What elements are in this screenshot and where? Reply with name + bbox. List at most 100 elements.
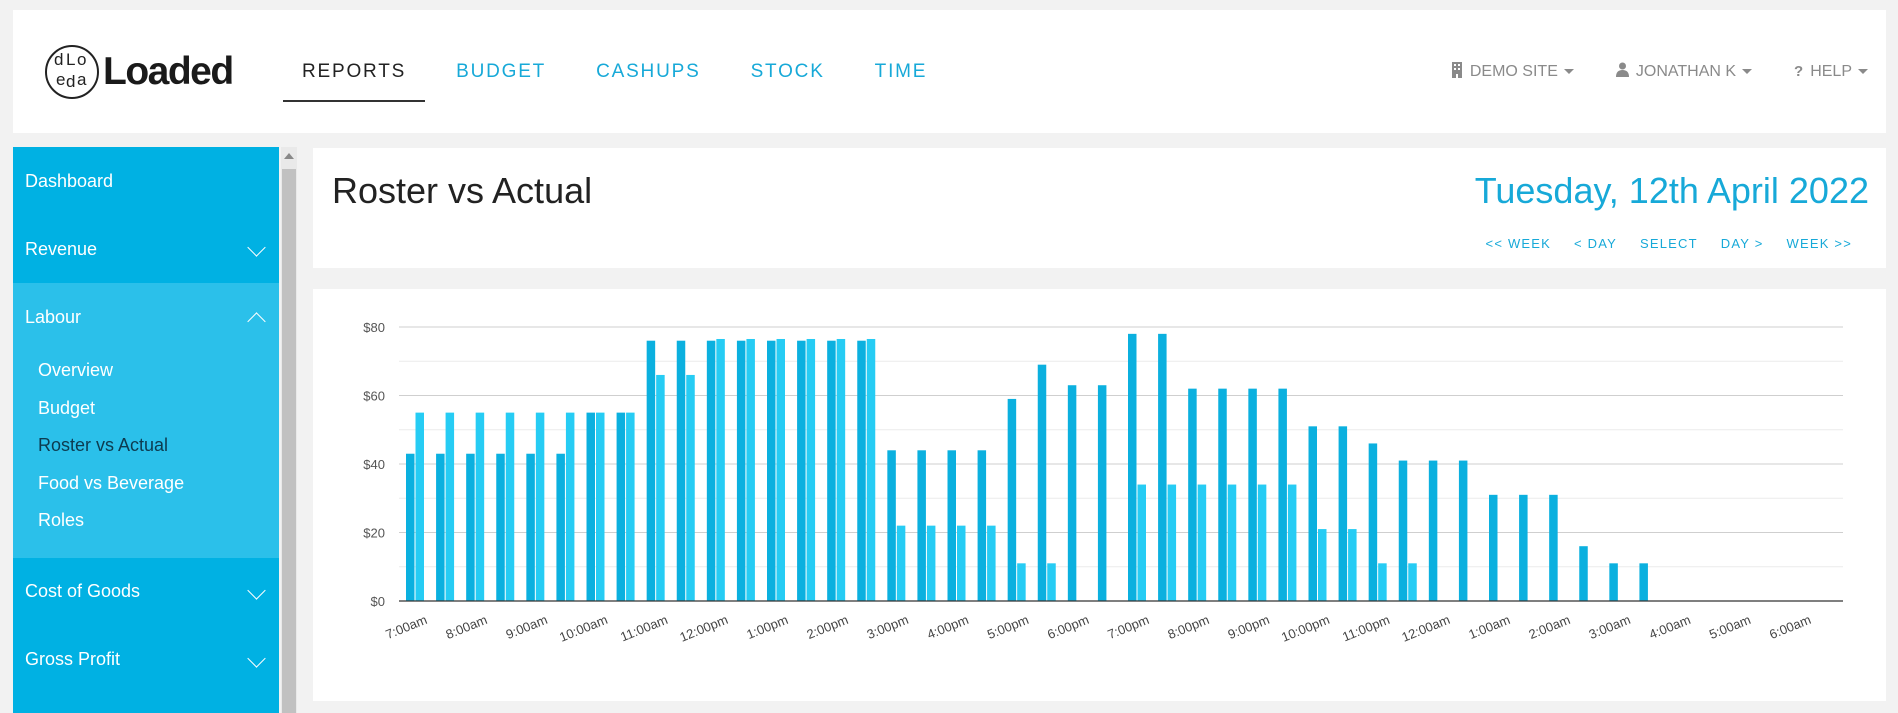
prev-day-link[interactable]: < DAY xyxy=(1574,236,1617,251)
sidebar-scrollbar[interactable] xyxy=(281,147,297,713)
actual-bar[interactable] xyxy=(716,338,725,601)
roster-bar[interactable] xyxy=(1097,385,1107,601)
roster-bar[interactable] xyxy=(917,450,926,601)
nav-budget[interactable]: BUDGET xyxy=(437,10,565,133)
loaded-logo[interactable]: d L o e d a Loaded xyxy=(45,42,234,102)
roster-bar[interactable] xyxy=(977,450,987,601)
roster-bar[interactable] xyxy=(947,450,957,601)
roster-bar[interactable] xyxy=(1218,388,1227,601)
roster-bar[interactable] xyxy=(706,340,716,601)
actual-bar[interactable] xyxy=(776,338,786,601)
sidebar-subitem-overview[interactable]: Overview xyxy=(13,352,279,390)
actual-bar[interactable] xyxy=(565,412,575,601)
roster-bar[interactable] xyxy=(586,412,596,601)
roster-bar[interactable] xyxy=(436,453,445,601)
help-dropdown[interactable]: ? HELP xyxy=(1794,63,1868,81)
actual-bar[interactable] xyxy=(596,412,605,601)
roster-bar[interactable] xyxy=(1188,388,1197,601)
actual-bar[interactable] xyxy=(535,412,545,601)
roster-bar[interactable] xyxy=(406,453,415,601)
next-week-link[interactable]: WEEK >> xyxy=(1787,236,1852,251)
actual-bar[interactable] xyxy=(806,338,816,601)
actual-bar[interactable] xyxy=(836,338,846,601)
select-date-link[interactable]: SELECT xyxy=(1640,236,1698,251)
roster-bar[interactable] xyxy=(827,340,836,601)
roster-bar[interactable] xyxy=(1579,546,1588,601)
roster-bar[interactable] xyxy=(1158,333,1167,601)
actual-bar[interactable] xyxy=(1017,563,1026,601)
roster-bar[interactable] xyxy=(1428,460,1438,601)
roster-bar[interactable] xyxy=(1519,494,1528,601)
user-dropdown[interactable]: JONATHAN K xyxy=(1615,62,1753,81)
actual-bar[interactable] xyxy=(1318,529,1327,601)
roster-bar[interactable] xyxy=(1308,426,1318,601)
roster-bar[interactable] xyxy=(887,450,896,601)
site-dropdown[interactable]: DEMO SITE xyxy=(1451,61,1574,82)
roster-bar[interactable] xyxy=(1398,460,1408,601)
actual-bar[interactable] xyxy=(505,412,515,601)
nav-cashups[interactable]: CASHUPS xyxy=(577,10,719,133)
roster-bar[interactable] xyxy=(1338,426,1348,601)
sidebar-item-dashboard[interactable]: Dashboard xyxy=(13,147,279,215)
next-day-link[interactable]: DAY > xyxy=(1721,236,1764,251)
actual-bar[interactable] xyxy=(415,412,425,601)
sidebar-item-revenue[interactable]: Revenue xyxy=(13,215,279,283)
roster-bar[interactable] xyxy=(857,340,866,601)
actual-bar[interactable] xyxy=(896,525,906,601)
actual-bar[interactable] xyxy=(1047,563,1056,601)
roster-bar[interactable] xyxy=(676,340,686,601)
sidebar-item-cost-of-goods[interactable]: Cost of Goods xyxy=(13,558,279,626)
sidebar-subitem-food-vs-beverage[interactable]: Food vs Beverage xyxy=(13,465,279,503)
actual-bar[interactable] xyxy=(1167,484,1177,601)
actual-bar[interactable] xyxy=(1197,484,1207,601)
roster-bar[interactable] xyxy=(1549,494,1558,601)
nav-reports[interactable]: REPORTS xyxy=(283,10,426,133)
roster-bar[interactable] xyxy=(526,453,535,601)
actual-bar[interactable] xyxy=(1137,484,1147,601)
actual-bar[interactable] xyxy=(957,525,966,601)
actual-bar[interactable] xyxy=(866,338,876,601)
roster-bar[interactable] xyxy=(556,453,565,601)
roster-bar[interactable] xyxy=(1037,364,1047,601)
actual-bar[interactable] xyxy=(746,338,755,601)
roster-bar[interactable] xyxy=(1639,563,1648,601)
actual-bar[interactable] xyxy=(1348,529,1357,601)
roster-bar[interactable] xyxy=(797,340,806,601)
sidebar-item-labour[interactable]: Labour xyxy=(13,283,279,352)
roster-bar[interactable] xyxy=(616,412,626,601)
actual-bar[interactable] xyxy=(445,412,455,601)
scroll-up-arrow-icon[interactable] xyxy=(284,153,294,159)
actual-bar[interactable] xyxy=(686,374,695,601)
actual-bar[interactable] xyxy=(987,525,996,601)
scrollbar-thumb[interactable] xyxy=(282,169,296,713)
roster-bar[interactable] xyxy=(767,340,776,601)
roster-bar[interactable] xyxy=(1489,494,1498,601)
roster-bar[interactable] xyxy=(646,340,656,601)
actual-bar[interactable] xyxy=(1378,563,1387,601)
sidebar-subitem-roles[interactable]: Roles xyxy=(13,502,279,540)
roster-bar[interactable] xyxy=(1248,388,1257,601)
roster-bar[interactable] xyxy=(736,340,746,601)
nav-stock[interactable]: STOCK xyxy=(732,10,844,133)
actual-bar[interactable] xyxy=(475,412,485,601)
sidebar-subitem-budget[interactable]: Budget xyxy=(13,390,279,428)
roster-bar[interactable] xyxy=(1128,333,1137,601)
roster-bar[interactable] xyxy=(1007,398,1017,601)
roster-bar[interactable] xyxy=(496,453,505,601)
sidebar-subitem-roster-vs-actual[interactable]: Roster vs Actual xyxy=(13,427,279,465)
roster-bar[interactable] xyxy=(1609,563,1618,601)
actual-bar[interactable] xyxy=(1408,563,1417,601)
actual-bar[interactable] xyxy=(656,374,665,601)
actual-bar[interactable] xyxy=(1227,484,1237,601)
roster-bar[interactable] xyxy=(466,453,475,601)
roster-bar[interactable] xyxy=(1368,443,1378,601)
roster-bar[interactable] xyxy=(1458,460,1468,601)
actual-bar[interactable] xyxy=(626,412,635,601)
roster-bar[interactable] xyxy=(1067,385,1077,601)
actual-bar[interactable] xyxy=(1257,484,1267,601)
actual-bar[interactable] xyxy=(926,525,936,601)
actual-bar[interactable] xyxy=(1287,484,1297,601)
nav-time[interactable]: TIME xyxy=(856,10,947,133)
sidebar-item-gross-profit[interactable]: Gross Profit xyxy=(13,626,279,694)
roster-bar[interactable] xyxy=(1278,388,1287,601)
